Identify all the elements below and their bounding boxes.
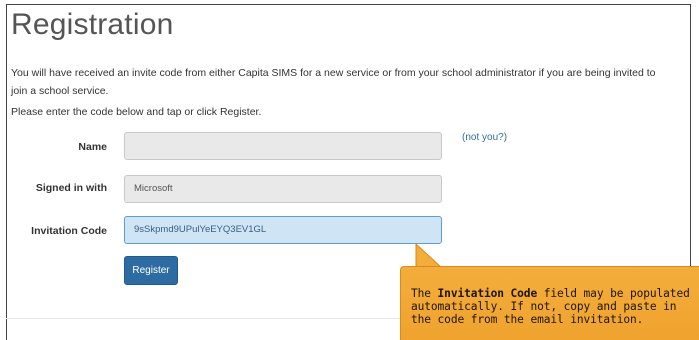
callout-pointer (415, 244, 443, 268)
not-you-link[interactable]: (not you?) (462, 132, 507, 143)
signed-in-with-field: Microsoft (124, 175, 442, 203)
footer-divider (6, 318, 406, 319)
page-title: Registration (11, 8, 174, 41)
signed-in-with-label: Signed in with (35, 182, 107, 194)
callout-text: The Invitation Code field may be populat… (411, 287, 691, 326)
callout-highlight: Invitation Code (437, 287, 538, 300)
help-callout: The Invitation Code field may be populat… (400, 266, 699, 340)
register-button[interactable]: Register (124, 256, 178, 285)
name-label: Name (78, 141, 107, 153)
invitation-code-field[interactable]: 9sSkpmd9UPulYeEYQ3EV1GL (124, 216, 442, 244)
intro-text: You will have received an invite code fr… (11, 67, 656, 97)
callout-prefix: The (411, 287, 438, 300)
invitation-code-label: Invitation Code (31, 225, 107, 237)
name-field[interactable] (124, 132, 442, 160)
instruction-text: Please enter the code below and tap or c… (11, 106, 262, 118)
